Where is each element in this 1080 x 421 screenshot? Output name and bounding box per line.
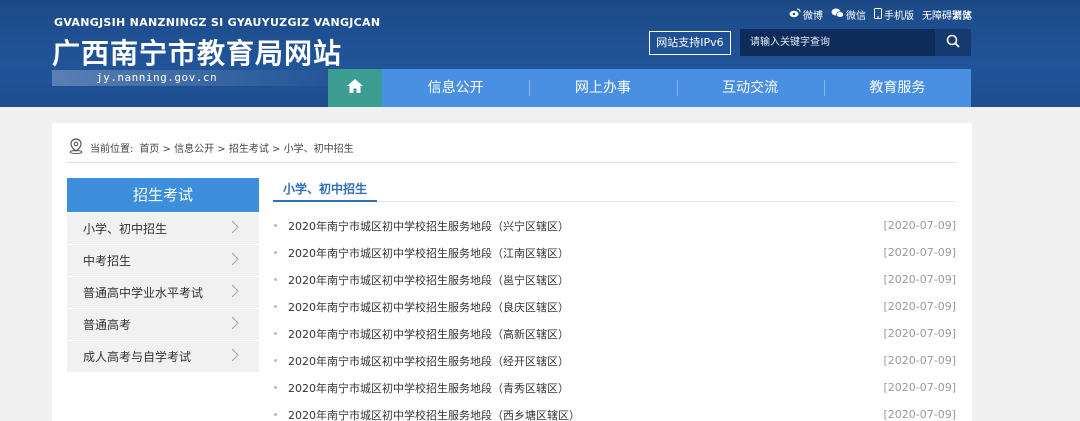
sidebar-item-label: 小学、初中招生 — [83, 222, 168, 236]
nav-item-info-disclosure[interactable]: 信息公开 — [382, 69, 529, 107]
news-title[interactable]: 2020年南宁市城区初中学校招生服务地段（邕宁区辖区） — [288, 272, 569, 288]
traditional-chinese-link[interactable]: 繁体 — [952, 7, 972, 22]
news-date: [2020-07-09] — [883, 381, 956, 394]
sidebar-item-academic-proficiency-test[interactable]: 普通高中学业水平考试 — [67, 277, 259, 308]
list-item[interactable]: 2020年南宁市城区初中学校招生服务地段（邕宁区辖区） [2020-07-09] — [273, 266, 956, 293]
mobile-link[interactable]: 手机版 — [874, 7, 914, 22]
breadcrumb-path[interactable]: 首页 > 信息公开 > 招生考试 > 小学、初中招生 — [139, 140, 353, 155]
chevron-right-icon — [231, 252, 239, 269]
chevron-right-icon — [231, 316, 239, 333]
nav-item-interaction[interactable]: 互动交流 — [676, 69, 824, 107]
weibo-link[interactable]: 微博 — [789, 7, 823, 22]
site-domain: jy.nanning.gov.cn — [96, 71, 218, 84]
list-item[interactable]: 2020年南宁市城区初中学校招生服务地段（经开区辖区） [2020-07-09] — [273, 347, 956, 374]
main-panel: 当前位置: 首页 > 信息公开 > 招生考试 > 小学、初中招生 招生考试 小学… — [52, 123, 972, 421]
ipv6-badge: 网站支持IPv6 — [649, 31, 731, 55]
wechat-link[interactable]: 微信 — [831, 7, 866, 22]
bullet-icon — [274, 305, 277, 308]
wechat-icon — [831, 8, 844, 21]
search-input[interactable] — [740, 29, 933, 56]
news-title[interactable]: 2020年南宁市城区初中学校招生服务地段（高新区辖区） — [288, 326, 569, 342]
chevron-right-icon — [231, 284, 239, 301]
site-title[interactable]: 广西南宁市教育局网站 — [52, 32, 342, 72]
chevron-right-icon — [231, 348, 239, 365]
news-date: [2020-07-09] — [883, 354, 956, 367]
news-list: 2020年南宁市城区初中学校招生服务地段（兴宁区辖区） [2020-07-09] … — [273, 212, 956, 421]
bullet-icon — [274, 332, 277, 335]
news-date: [2020-07-09] — [883, 408, 956, 421]
sidebar: 招生考试 小学、初中招生 中考招生 普通高中学业水平考试 普通高考 成人高考与自… — [67, 178, 259, 372]
search-button[interactable] — [935, 29, 971, 56]
bullet-icon — [274, 386, 277, 389]
list-item[interactable]: 2020年南宁市城区初中学校招生服务地段（良庆区辖区） [2020-07-09] — [273, 293, 956, 320]
sidebar-item-label: 中考招生 — [83, 254, 132, 268]
news-date: [2020-07-09] — [883, 273, 956, 286]
content-tab-bar: 小学、初中招生 — [273, 178, 956, 202]
sidebar-item-high-school-entrance[interactable]: 中考招生 — [67, 245, 259, 276]
news-date: [2020-07-09] — [883, 246, 956, 259]
main-nav: 信息公开 网上办事 互动交流 教育服务 — [328, 69, 971, 107]
bullet-icon — [274, 359, 277, 362]
sidebar-item-label: 成人高考与自学考试 — [83, 350, 192, 364]
breadcrumb: 当前位置: 首页 > 信息公开 > 招生考试 > 小学、初中招生 — [68, 138, 354, 157]
list-item[interactable]: 2020年南宁市城区初中学校招生服务地段（西乡塘区辖区） [2020-07-09] — [273, 401, 956, 421]
chevron-right-icon — [231, 220, 239, 237]
news-date: [2020-07-09] — [883, 327, 956, 340]
wechat-label: 微信 — [846, 11, 866, 22]
search-box — [740, 29, 971, 56]
sidebar-item-college-entrance[interactable]: 普通高考 — [67, 309, 259, 340]
nav-item-online-services[interactable]: 网上办事 — [529, 69, 676, 107]
sidebar-item-adult-self-study-exam[interactable]: 成人高考与自学考试 — [67, 341, 259, 372]
news-title[interactable]: 2020年南宁市城区初中学校招生服务地段（江南区辖区） — [288, 245, 569, 261]
news-title[interactable]: 2020年南宁市城区初中学校招生服务地段（西乡塘区辖区） — [288, 407, 580, 421]
news-title[interactable]: 2020年南宁市城区初中学校招生服务地段（兴宁区辖区） — [288, 218, 569, 234]
news-title[interactable]: 2020年南宁市城区初中学校招生服务地段（经开区辖区） — [288, 353, 569, 369]
nav-items: 信息公开 网上办事 互动交流 教育服务 — [382, 69, 971, 107]
sidebar-item-label: 普通高考 — [83, 318, 132, 332]
home-icon — [346, 78, 364, 98]
sidebar-list: 小学、初中招生 中考招生 普通高中学业水平考试 普通高考 成人高考与自学考试 — [67, 213, 259, 372]
content-area: 小学、初中招生 2020年南宁市城区初中学校招生服务地段（兴宁区辖区） [2020… — [273, 178, 956, 421]
sidebar-item-label: 普通高中学业水平考试 — [83, 286, 204, 300]
list-item[interactable]: 2020年南宁市城区初中学校招生服务地段（青秀区辖区） [2020-07-09] — [273, 374, 956, 401]
list-item[interactable]: 2020年南宁市城区初中学校招生服务地段（江南区辖区） [2020-07-09] — [273, 239, 956, 266]
search-icon — [946, 33, 960, 52]
sidebar-title: 招生考试 — [67, 178, 259, 212]
news-date: [2020-07-09] — [883, 300, 956, 313]
site-title-roman: GVANGJSIH NANZNINGZ SI GYAUYUZGIZ VANGJC… — [54, 16, 381, 29]
nav-home[interactable] — [328, 69, 382, 107]
bullet-icon — [274, 278, 277, 281]
location-icon — [68, 138, 84, 157]
site-header: GVANGJSIH NANZNINGZ SI GYAUYUZGIZ VANGJC… — [0, 0, 1080, 107]
top-links: 微博 微信 手机版 无障碍浏览 — [789, 7, 972, 22]
sidebar-item-primary-junior-enrollment[interactable]: 小学、初中招生 — [67, 213, 259, 244]
list-item[interactable]: 2020年南宁市城区初中学校招生服务地段（高新区辖区） [2020-07-09] — [273, 320, 956, 347]
nav-item-education-services[interactable]: 教育服务 — [823, 69, 971, 107]
breadcrumb-divider — [66, 162, 956, 163]
news-title[interactable]: 2020年南宁市城区初中学校招生服务地段（良庆区辖区） — [288, 299, 569, 315]
content-tab-title[interactable]: 小学、初中招生 — [273, 178, 378, 202]
news-title[interactable]: 2020年南宁市城区初中学校招生服务地段（青秀区辖区） — [288, 380, 569, 396]
breadcrumb-label: 当前位置: — [90, 144, 134, 155]
mobile-icon — [874, 7, 882, 22]
weibo-icon — [789, 8, 801, 21]
list-item[interactable]: 2020年南宁市城区初中学校招生服务地段（兴宁区辖区） [2020-07-09] — [273, 212, 956, 239]
bullet-icon — [274, 251, 277, 254]
news-date: [2020-07-09] — [883, 219, 956, 232]
bullet-icon — [274, 413, 277, 416]
weibo-label: 微博 — [803, 11, 823, 22]
mobile-label: 手机版 — [884, 11, 914, 22]
bullet-icon — [274, 224, 277, 227]
